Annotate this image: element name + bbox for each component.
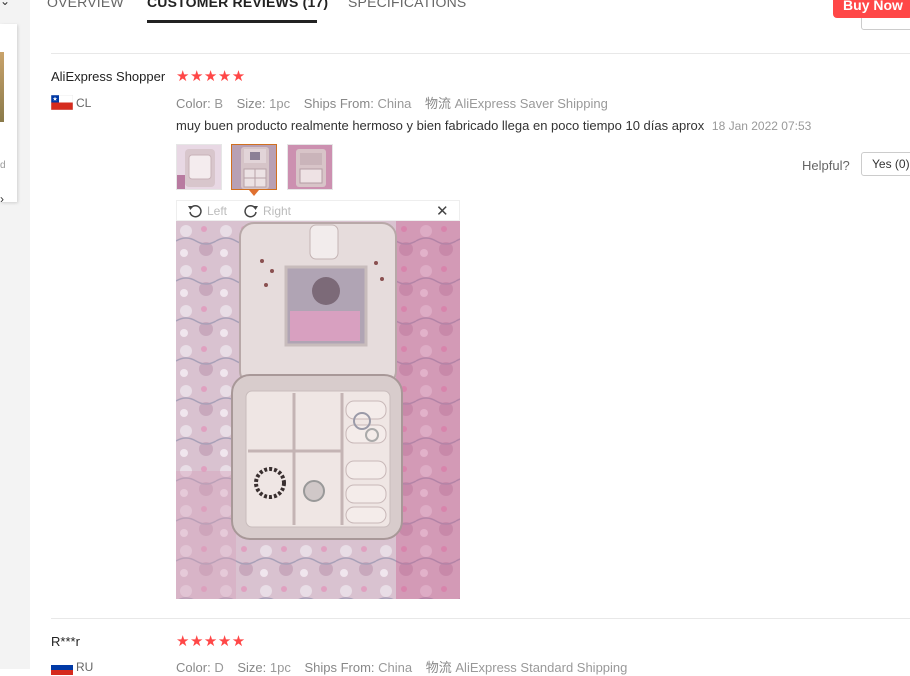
tab-overview[interactable]: OVERVIEW	[47, 0, 124, 10]
logistics-value: AliExpress Standard Shipping	[455, 660, 628, 675]
chevron-right-icon[interactable]: ›	[0, 192, 4, 206]
rotate-left-label: Left	[207, 204, 228, 218]
review-divider	[51, 618, 910, 619]
reviewer-name: AliExpress Shopper	[51, 69, 166, 84]
review-divider	[51, 53, 910, 54]
logistics-label: 物流	[425, 96, 452, 111]
review-body: muy buen producto realmente hermoso y bi…	[176, 118, 705, 133]
tab-specifications[interactable]: SPECIFICATIONS	[348, 0, 466, 10]
reviewer-country: RU	[76, 660, 94, 674]
rotate-left-icon	[188, 205, 202, 218]
size-label: Size:	[236, 96, 266, 111]
rotate-left-button[interactable]: Left	[187, 203, 227, 219]
star-rating: ★★★★★	[176, 633, 246, 650]
ships-from-label: Ships From:	[304, 660, 375, 675]
left-panel-letter: d	[0, 160, 6, 171]
review-date: 18 Jan 2022 07:53	[711, 119, 812, 133]
size-label: Size:	[237, 660, 267, 675]
rotate-right-button[interactable]: Right	[243, 203, 291, 219]
rotate-right-label: Right	[263, 204, 292, 218]
tab-customer-reviews[interactable]: CUSTOMER REVIEWS (17)	[147, 0, 328, 10]
review-photo-thumbnail[interactable]	[287, 144, 333, 190]
product-tabs: OVERVIEW CUSTOMER REVIEWS (17) SPECIFICA…	[0, 0, 910, 30]
close-viewer-button[interactable]: ✕	[436, 202, 449, 220]
logistics-value: AliExpress Saver Shipping	[454, 96, 608, 111]
review-photo-thumbnail[interactable]	[176, 144, 222, 190]
review-sku-info: Color: B Size: 1pc Ships From: China 物流 …	[176, 93, 618, 112]
review-sku-info: Color: D Size: 1pc Ships From: China 物流 …	[176, 657, 637, 676]
flag-russia-icon	[51, 660, 73, 675]
left-gallery-card: d ›	[0, 24, 17, 206]
logistics-label: 物流	[425, 660, 452, 675]
helpful-label: Helpful?	[802, 158, 850, 173]
ships-from-value: China	[377, 96, 412, 111]
color-value: B	[214, 96, 223, 111]
ships-from-value: China	[378, 660, 413, 675]
reviewer-name: R***r	[51, 634, 80, 649]
rotate-right-icon	[244, 205, 258, 218]
photo-viewer-toolbar: Left Right ✕	[176, 200, 460, 221]
active-thumb-pointer	[249, 190, 259, 196]
size-value: 1pc	[269, 660, 291, 675]
left-thumbnail[interactable]	[0, 52, 4, 122]
helpful-yes-button[interactable]: Yes (0)	[861, 152, 910, 176]
flag-chile-icon	[51, 95, 73, 110]
star-rating: ★★★★★	[176, 68, 246, 85]
color-value: D	[214, 660, 224, 675]
size-value: 1pc	[269, 96, 291, 111]
buy-now-button[interactable]: Buy Now	[833, 0, 910, 18]
review-photo-thumbnail-active[interactable]	[231, 144, 277, 190]
active-tab-indicator	[147, 20, 317, 23]
review-text: muy buen producto realmente hermoso y bi…	[176, 118, 811, 133]
review-photo-enlarged	[176, 221, 460, 599]
ships-from-label: Ships From:	[303, 96, 374, 111]
reviewer-country: CL	[76, 96, 92, 110]
color-label: Color:	[176, 660, 211, 675]
color-label: Color:	[176, 96, 211, 111]
